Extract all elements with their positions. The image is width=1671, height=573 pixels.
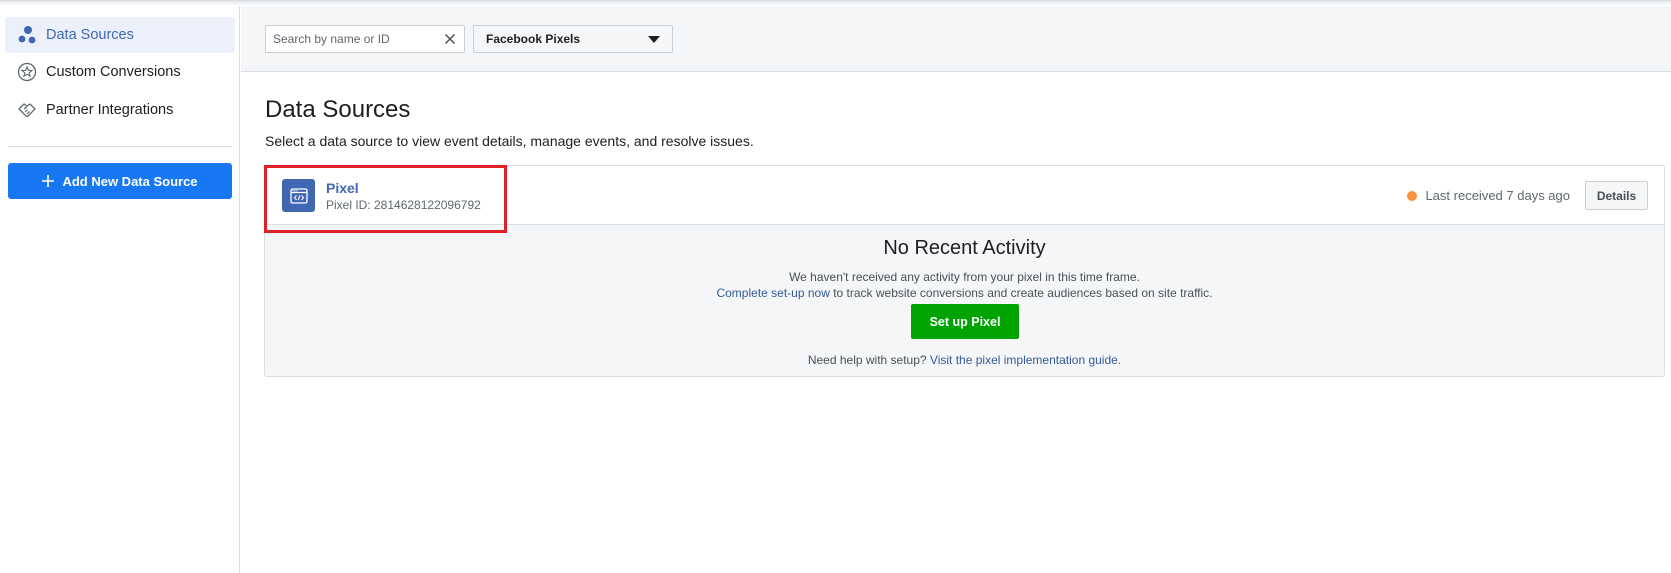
- pixel-name-link[interactable]: Pixel: [326, 180, 359, 196]
- chevron-down-icon: [648, 36, 660, 43]
- sidebar-divider: [8, 146, 232, 147]
- people-cluster-icon: [16, 24, 38, 46]
- code-window-icon: [282, 179, 315, 212]
- details-button[interactable]: Details: [1585, 181, 1648, 210]
- sidebar-item-custom-conversions[interactable]: Custom Conversions: [5, 54, 235, 90]
- sidebar-item-label: Partner Integrations: [46, 102, 174, 118]
- set-up-pixel-button[interactable]: Set up Pixel: [911, 304, 1019, 339]
- add-new-data-source-label: Add New Data Source: [62, 173, 198, 189]
- sidebar-item-label: Data Sources: [46, 27, 134, 43]
- empty-state-setup-message: Complete set-up now to track website con…: [265, 286, 1664, 300]
- sidebar: Data Sources Custom Conversions Partner …: [0, 6, 240, 573]
- plus-icon: [42, 175, 55, 187]
- select-value: Facebook Pixels: [486, 32, 581, 46]
- sidebar-item-data-sources[interactable]: Data Sources: [5, 17, 235, 53]
- status-text: Last received 7 days ago: [1425, 188, 1570, 203]
- empty-state-message: We haven't received any activity from yo…: [789, 270, 1140, 284]
- toolbar: Facebook Pixels: [241, 6, 1671, 72]
- sidebar-item-partner-integrations[interactable]: Partner Integrations: [5, 92, 235, 128]
- close-icon[interactable]: [442, 31, 458, 47]
- status-dot-icon: [1407, 190, 1418, 201]
- data-source-type-select[interactable]: Facebook Pixels: [473, 25, 673, 53]
- help-end: .: [1117, 353, 1122, 367]
- page-subtitle: Select a data source to view event detai…: [265, 133, 754, 149]
- complete-setup-link[interactable]: Complete set-up now: [716, 286, 829, 300]
- sidebar-item-label: Custom Conversions: [46, 64, 181, 80]
- add-new-data-source-button[interactable]: Add New Data Source: [8, 163, 232, 199]
- search-input[interactable]: [266, 26, 436, 52]
- pixel-card: Pixel Pixel ID: 2814628122096792 Last re…: [264, 165, 1665, 377]
- search-box: [265, 25, 465, 53]
- pixel-card-header[interactable]: Pixel Pixel ID: 2814628122096792 Last re…: [265, 166, 1664, 225]
- handshake-icon: [16, 99, 38, 121]
- implementation-guide-link[interactable]: Visit the pixel implementation guide: [930, 353, 1118, 367]
- status-indicator: Last received 7 days ago: [1407, 188, 1570, 203]
- empty-state-title: No Recent Activity: [883, 237, 1046, 259]
- help-text: Need help with setup?: [807, 353, 930, 367]
- pixel-id: Pixel ID: 2814628122096792: [326, 198, 481, 212]
- star-badge-icon: [16, 61, 38, 83]
- page-title: Data Sources: [265, 96, 411, 123]
- no-activity-panel: No Recent Activity We haven't received a…: [265, 225, 1664, 376]
- setup-message-text: to track website conversions and create …: [829, 286, 1213, 300]
- help-message: Need help with setup? Visit the pixel im…: [265, 353, 1664, 367]
